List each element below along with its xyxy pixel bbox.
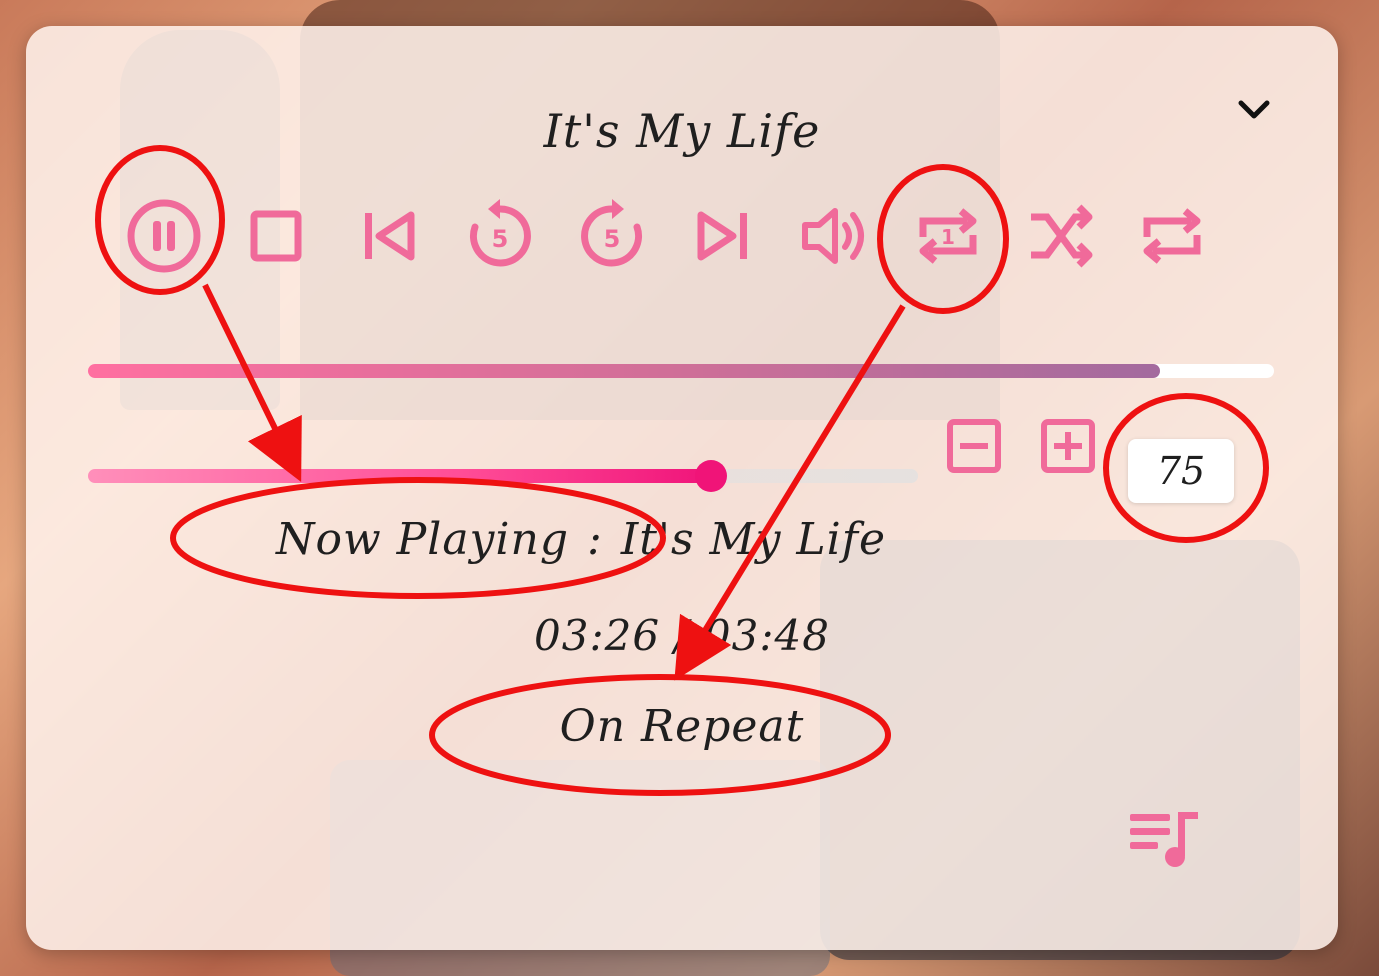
now-playing-label: Now Playing	[276, 514, 569, 565]
volume-button[interactable]	[791, 191, 881, 281]
volume-increase-button[interactable]	[1038, 416, 1098, 476]
next-button[interactable]	[679, 191, 769, 281]
repeat-one-button[interactable]: 1	[903, 191, 993, 281]
rewind-5-button[interactable]: 5	[455, 191, 545, 281]
volume-icon	[802, 208, 864, 264]
volume-value: 75	[1128, 439, 1234, 503]
track-progress-fill	[88, 364, 1161, 378]
track-title: It's My Life	[543, 104, 821, 158]
replay-5-icon: 5	[469, 199, 531, 267]
repeat-one-icon: 1	[919, 208, 977, 264]
playback-mode: On Repeat	[559, 701, 805, 752]
now-playing-separator: :	[586, 514, 603, 565]
shuffle-icon	[1031, 204, 1093, 268]
minus-square-icon	[947, 419, 1001, 473]
playlist-button[interactable]	[1126, 806, 1206, 870]
playlist-music-icon	[1130, 812, 1198, 867]
pause-circle-icon	[127, 199, 201, 273]
now-playing-track: It's My Life	[620, 514, 887, 565]
forward-seconds-label: 5	[604, 225, 621, 253]
volume-decrease-button[interactable]	[944, 416, 1004, 476]
volume-slider[interactable]	[88, 460, 918, 492]
forward-5-button[interactable]: 5	[567, 191, 657, 281]
chevron-down-icon[interactable]	[1234, 90, 1274, 130]
plus-square-icon	[1041, 419, 1095, 473]
rewind-seconds-label: 5	[492, 225, 509, 253]
volume-slider-fill	[88, 469, 711, 483]
shuffle-button[interactable]	[1015, 191, 1105, 281]
music-player-card: It's My Life 5 5 1 75 Now Playing: It's…	[26, 26, 1338, 950]
repeat-one-label: 1	[941, 225, 955, 249]
pause-button[interactable]	[119, 191, 209, 281]
playback-time: 03:26 / 03:48	[534, 611, 830, 660]
skip-next-icon	[697, 211, 747, 261]
track-progress-bar[interactable]	[88, 364, 1274, 378]
repeat-all-button[interactable]	[1127, 191, 1217, 281]
repeat-icon	[1143, 208, 1201, 264]
now-playing-line: Now Playing: It's My Life	[276, 514, 886, 565]
stop-icon	[250, 210, 302, 262]
stop-button[interactable]	[231, 191, 321, 281]
volume-slider-thumb[interactable]	[694, 460, 727, 492]
forward-5-icon: 5	[581, 199, 643, 267]
skip-previous-icon	[365, 211, 415, 261]
previous-button[interactable]	[343, 191, 433, 281]
